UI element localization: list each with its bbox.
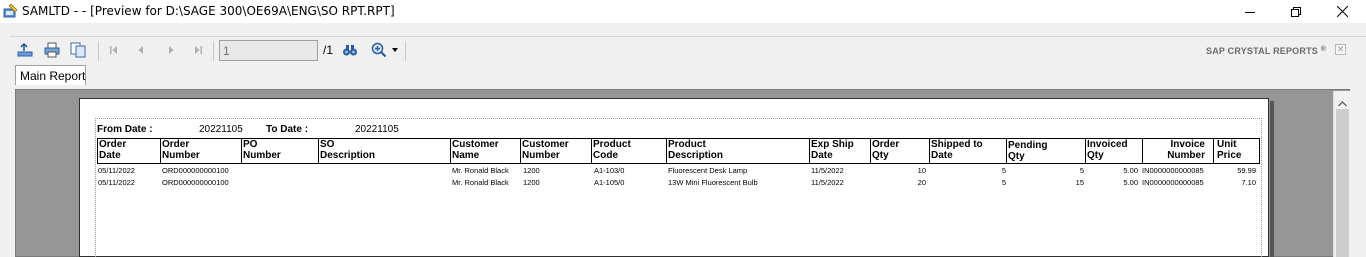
cell-product-code: A1-103/0 [594,166,625,175]
col-header-customer-number: Customer Number [522,139,569,161]
col-header-so-description: SO Description [320,139,376,161]
from-date-value: 20221105 [199,124,243,135]
col-header-exp-ship-date: Exp Ship Date [811,139,854,161]
cell-pending-qty: 5 [1079,166,1084,175]
tab-main-report[interactable]: Main Report [15,65,86,85]
column-divider [241,138,242,164]
column-divider [1085,138,1086,164]
cell-customer-name: Mr. Ronald Black [452,166,509,175]
cell-unit-price: 7.10 [1241,178,1256,187]
col-header-unit-price: Unit Price [1217,139,1242,161]
to-date-value: 20221105 [355,124,399,135]
cell-order-date: 05/11/2022 [98,166,135,175]
col-header-order-qty: Order Qty [872,139,900,161]
first-page-icon[interactable] [105,41,123,59]
copy-icon[interactable] [69,41,87,59]
col-header-invoice-number: Invoice Number [1167,139,1205,161]
column-divider [1259,138,1260,164]
cell-invoice-number: IN0000000000085 [1142,178,1204,187]
column-divider [870,138,871,164]
cell-customer-name: Mr. Ronald Black [452,178,509,187]
column-divider [929,138,930,164]
col-header-order-date: Order Date [99,139,127,161]
column-divider [97,138,98,164]
col-header-product-description: Product Description [668,139,724,161]
chevron-down-icon[interactable] [390,41,400,59]
column-divider [450,138,451,164]
next-page-icon[interactable] [162,41,180,59]
column-divider [666,138,667,164]
cell-pending-qty: 15 [1075,178,1084,187]
column-divider [1142,138,1143,164]
cell-order-qty: 10 [917,166,926,175]
cell-product-code: A1-105/0 [594,178,625,187]
column-divider [1213,138,1214,164]
cell-order-number: ORD000000000100 [162,178,229,187]
cell-product-description: Fluorescent Desk Lamp [668,166,748,175]
column-divider [520,138,521,164]
close-view-icon[interactable]: ✕ [1335,44,1346,55]
cell-order-date: 05/11/2022 [98,178,135,187]
cell-invoiced-qty: 5.00 [1123,178,1138,187]
column-divider [160,138,161,164]
cell-exp-ship-date: 11/5/2022 [811,178,844,187]
toolbar-separator [405,41,406,61]
restore-button[interactable] [1273,0,1319,23]
cell-shipped-to-date: 5 [1001,178,1006,187]
cell-order-qty: 20 [917,178,926,187]
toolbar-separator [213,41,214,61]
from-date-label: From Date : [97,124,153,135]
column-divider [591,138,592,164]
col-header-product-code: Product Code [593,139,631,161]
col-header-po-number: PO Number [243,139,281,161]
find-icon[interactable] [341,41,359,59]
app-icon [3,3,19,19]
cell-order-number: ORD000000000100 [162,166,229,175]
cell-shipped-to-date: 5 [1001,166,1006,175]
print-icon[interactable] [43,41,61,59]
col-header-shipped-to-date: Shipped to Date [931,139,983,161]
close-window-button[interactable] [1319,0,1365,23]
to-date-label: To Date : [266,124,309,135]
col-header-pending-qty: Pending Qty [1008,140,1048,162]
cell-exp-ship-date: 11/5/2022 [811,166,844,175]
page-total: /1 [323,43,334,57]
col-header-order-number: Order Number [162,139,200,161]
column-divider [1006,138,1007,164]
col-header-invoiced-qty: Invoiced Qty [1087,139,1128,161]
table-row: 05/11/2022 ORD000000000100 Mr. Ronald Bl… [0,166,1366,178]
table-row: 05/11/2022 ORD000000000100 Mr. Ronald Bl… [0,178,1366,190]
cell-invoiced-qty: 5.00 [1123,166,1138,175]
cell-product-description: 13W Mini Fluorescent Bulb [668,178,758,187]
cell-customer-number: 1200 [523,166,540,175]
export-icon[interactable] [16,41,34,59]
last-page-icon[interactable] [189,41,207,59]
cell-invoice-number: IN0000000000085 [1142,166,1204,175]
crystal-report-viewer-window: SAMLTD - - [Preview for D:\SAGE 300\OE69… [0,0,1366,257]
toolbar-separator [98,41,99,61]
cell-unit-price: 59.99 [1237,166,1256,175]
cell-customer-number: 1200 [523,178,540,187]
brand-label: SAP CRYSTAL REPORTS ® [1206,46,1327,56]
column-divider [809,138,810,164]
page-number-input[interactable] [219,40,318,61]
report-toolbar: /1 SAP CRYSTAL REPORTS ® ✕ [10,36,1366,64]
previous-page-icon[interactable] [132,41,150,59]
minimize-button[interactable] [1227,0,1273,23]
zoom-icon[interactable] [370,41,388,59]
window-title: SAMLTD - - [Preview for D:\SAGE 300\OE69… [22,4,395,18]
column-divider [318,138,319,164]
col-header-customer-name: Customer Name [452,139,499,161]
title-bar: SAMLTD - - [Preview for D:\SAGE 300\OE69… [0,0,1366,23]
